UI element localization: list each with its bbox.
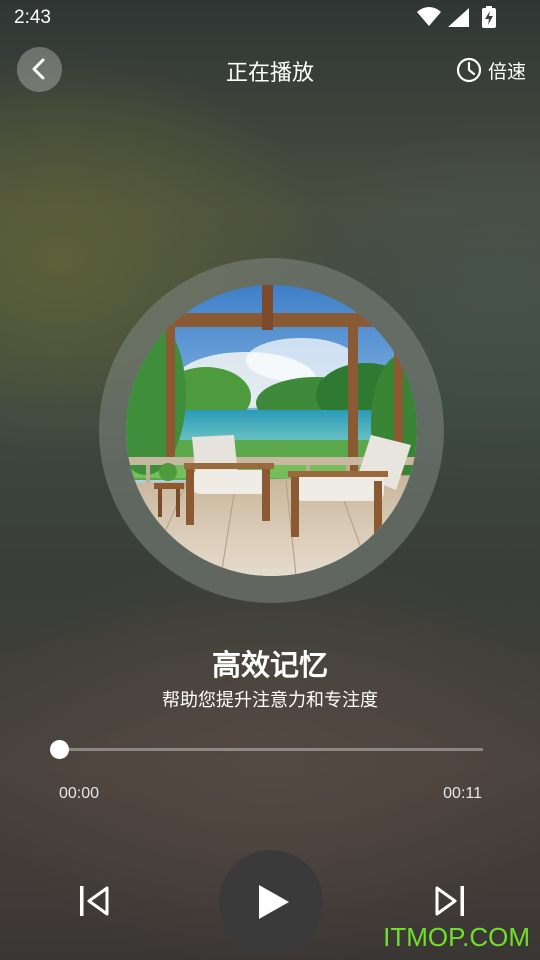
watermark: ITMOP.COM — [383, 922, 530, 952]
play-button[interactable] — [219, 850, 323, 954]
track-subtitle: 帮助您提升注意力和专注度 — [162, 690, 378, 711]
album-disc — [99, 258, 444, 603]
clock-icon — [456, 57, 482, 83]
playback-speed-button[interactable]: 倍速 — [456, 55, 526, 85]
cellular-signal-icon — [448, 8, 469, 27]
album-cover-art — [126, 285, 417, 576]
current-time: 00:00 — [59, 785, 100, 802]
total-time: 00:11 — [443, 785, 482, 802]
skip-next-icon — [435, 886, 464, 916]
track-title: 高效记忆 — [211, 648, 328, 682]
skip-previous-icon — [80, 886, 109, 916]
progress-thumb[interactable] — [50, 740, 69, 759]
play-icon — [259, 885, 289, 919]
next-track-button[interactable] — [428, 880, 470, 922]
wifi-icon — [417, 7, 441, 27]
now-playing-screen: 2:43 正在播放 倍速 高效记忆 帮助您提升注意力和专注度 00:00 00:… — [0, 0, 540, 960]
playback-speed-label: 倍速 — [487, 60, 526, 83]
previous-track-button[interactable] — [74, 880, 116, 922]
status-bar: 2:43 — [0, 0, 540, 36]
progress-bar[interactable] — [50, 740, 483, 759]
status-time: 2:43 — [14, 7, 51, 28]
battery-charging-icon — [482, 6, 496, 28]
